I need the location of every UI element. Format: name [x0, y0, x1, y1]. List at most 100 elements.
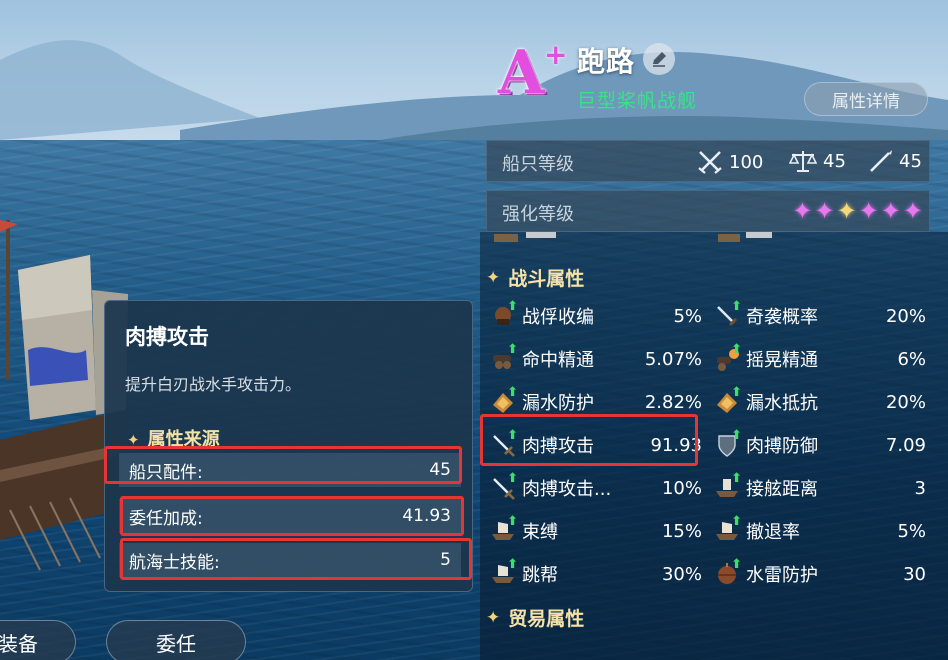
highlight-box-navigator-skill: [120, 538, 472, 580]
sail-level: 45: [869, 149, 922, 173]
stat-row[interactable]: ⬆ 束缚 15%: [490, 511, 702, 551]
stat-value: 5.07%: [644, 348, 702, 370]
equip-button[interactable]: 装备: [0, 620, 76, 660]
partial-row-icon: [494, 232, 556, 242]
highlight-box-melee-attack: [480, 414, 698, 466]
ship-icon: ⬆: [490, 514, 518, 544]
stat-row[interactable]: ⬆ 接舷距离 3: [714, 468, 926, 508]
sword-icon: ⬆: [490, 471, 518, 501]
stat-name: 跳帮: [522, 565, 558, 586]
stat-row[interactable]: ⬆ 肉搏防御 7.09: [714, 425, 926, 465]
edit-name-icon[interactable]: [643, 43, 675, 75]
enhance-stars: ✦ ✦ ✦ ✦ ✦ ✦: [790, 198, 923, 224]
stat-value: 5%: [897, 520, 926, 542]
sparkle-icon: ✦: [486, 607, 501, 628]
scale-icon: [789, 151, 817, 172]
arrow-up-icon: ⬆: [507, 557, 518, 572]
arrow-up-icon: ⬆: [731, 471, 742, 486]
stat-row[interactable]: ⬆ 水雷防护 30: [714, 554, 926, 594]
attribute-details-button[interactable]: 属性详情: [804, 82, 928, 116]
ship-icon: ⬆: [714, 514, 742, 544]
arrow-up-icon: ⬆: [731, 342, 742, 357]
stat-value: 15%: [661, 520, 702, 542]
stat-value: 30%: [661, 563, 702, 585]
stat-name: 水雷防护: [746, 565, 818, 586]
mine-icon: ⬆: [714, 557, 742, 587]
stat-name: 摇晃精通: [746, 350, 818, 371]
stat-value: 20%: [885, 391, 926, 413]
hull-icon: ⬆: [714, 385, 742, 415]
shield-icon: ⬆: [714, 428, 742, 458]
stat-row[interactable]: ⬆ 漏水抵抗 20%: [714, 382, 926, 422]
grade-badge: A +: [496, 40, 572, 106]
stat-row[interactable]: ⬆ 摇晃精通 6%: [714, 339, 926, 379]
ship-level-label: 船只等级: [502, 154, 574, 175]
stat-value: 2.82%: [644, 391, 702, 413]
cannon-icon: ⬆: [490, 342, 518, 372]
stat-name: 接舷距离: [746, 479, 818, 500]
stat-name: 漏水防护: [522, 393, 594, 414]
stat-value: 30: [903, 563, 926, 585]
cannon-fire-icon: ⬆: [714, 342, 742, 372]
stat-name: 肉搏攻击...: [522, 479, 612, 500]
stat-value: 10%: [661, 477, 702, 499]
stat-row[interactable]: ⬆ 奇袭概率 20%: [714, 296, 926, 336]
highlight-box-accessories: [104, 446, 462, 484]
stat-value: 3: [914, 477, 926, 499]
enhance-star-icon: ✦: [792, 197, 813, 225]
captive-icon: ⬆: [490, 299, 518, 329]
hull-icon: ⬆: [490, 385, 518, 415]
crossed-swords-icon: [698, 151, 722, 174]
stat-name: 肉搏防御: [746, 436, 818, 457]
boarding-ship-icon: ⬆: [714, 471, 742, 501]
stat-row[interactable]: ⬆ 肉搏攻击... 10%: [490, 468, 702, 508]
grade-plus: +: [544, 38, 568, 71]
tooltip-description: 提升白刃战水手攻击力。: [125, 375, 302, 394]
stat-row[interactable]: ⬆ 跳帮 30%: [490, 554, 702, 594]
arrow-up-icon: ⬆: [507, 299, 518, 314]
highlight-box-appointment: [120, 496, 464, 536]
ship-level-bar: 船只等级 100 45 45: [486, 140, 930, 182]
arrow-up-icon: ⬆: [731, 557, 742, 572]
stat-name: 奇袭概率: [746, 307, 818, 328]
mountains: [0, 40, 948, 152]
enhance-star-icon: ✦: [902, 197, 923, 225]
stat-value: 5%: [673, 305, 702, 327]
enhance-level-bar: 强化等级 ✦ ✦ ✦ ✦ ✦ ✦: [486, 190, 930, 232]
stat-name: 束缚: [522, 522, 558, 543]
stat-value: 7.09: [885, 434, 926, 456]
arrow-up-icon: ⬆: [731, 385, 742, 400]
ship-icon: ⬆: [490, 557, 518, 587]
arrow-up-icon: ⬆: [507, 385, 518, 400]
dagger-icon: ⬆: [714, 299, 742, 329]
quill-icon: [870, 150, 892, 172]
balance-level: 45: [789, 149, 846, 173]
tooltip-title: 肉搏攻击: [125, 325, 209, 349]
trade-attributes-label: 贸易属性: [508, 608, 585, 630]
enhance-level-label: 强化等级: [502, 204, 574, 225]
sparkle-icon: ✦: [486, 267, 501, 288]
arrow-up-icon: ⬆: [731, 514, 742, 529]
arrow-up-icon: ⬆: [731, 299, 742, 314]
battle-attributes-label: 战斗属性: [508, 268, 585, 290]
arrow-up-icon: ⬆: [507, 471, 518, 486]
stat-name: 漏水抵抗: [746, 393, 818, 414]
stat-value: 6%: [897, 348, 926, 370]
sail-level-value: 45: [899, 150, 922, 172]
enhance-star-icon: ✦: [836, 197, 857, 225]
stat-row[interactable]: ⬆ 命中精通 5.07%: [490, 339, 702, 379]
stat-value: 20%: [885, 305, 926, 327]
arrow-up-icon: ⬆: [507, 514, 518, 529]
partial-row-icon: [718, 232, 772, 242]
stat-row[interactable]: ⬆ 撤退率 5%: [714, 511, 926, 551]
arrow-up-icon: ⬆: [507, 342, 518, 357]
appoint-button[interactable]: 委任: [106, 620, 246, 660]
stat-row[interactable]: ⬆ 战俘收编 5%: [490, 296, 702, 336]
enhance-star-icon: ✦: [880, 197, 901, 225]
grade-letter: A: [498, 38, 545, 108]
attack-level-value: 100: [729, 151, 764, 173]
stat-name: 战俘收编: [522, 307, 594, 328]
ship-name: 跑路: [577, 45, 636, 78]
stat-name: 命中精通: [522, 350, 594, 371]
trade-attributes-title: ✦ 贸易属性: [486, 604, 584, 631]
